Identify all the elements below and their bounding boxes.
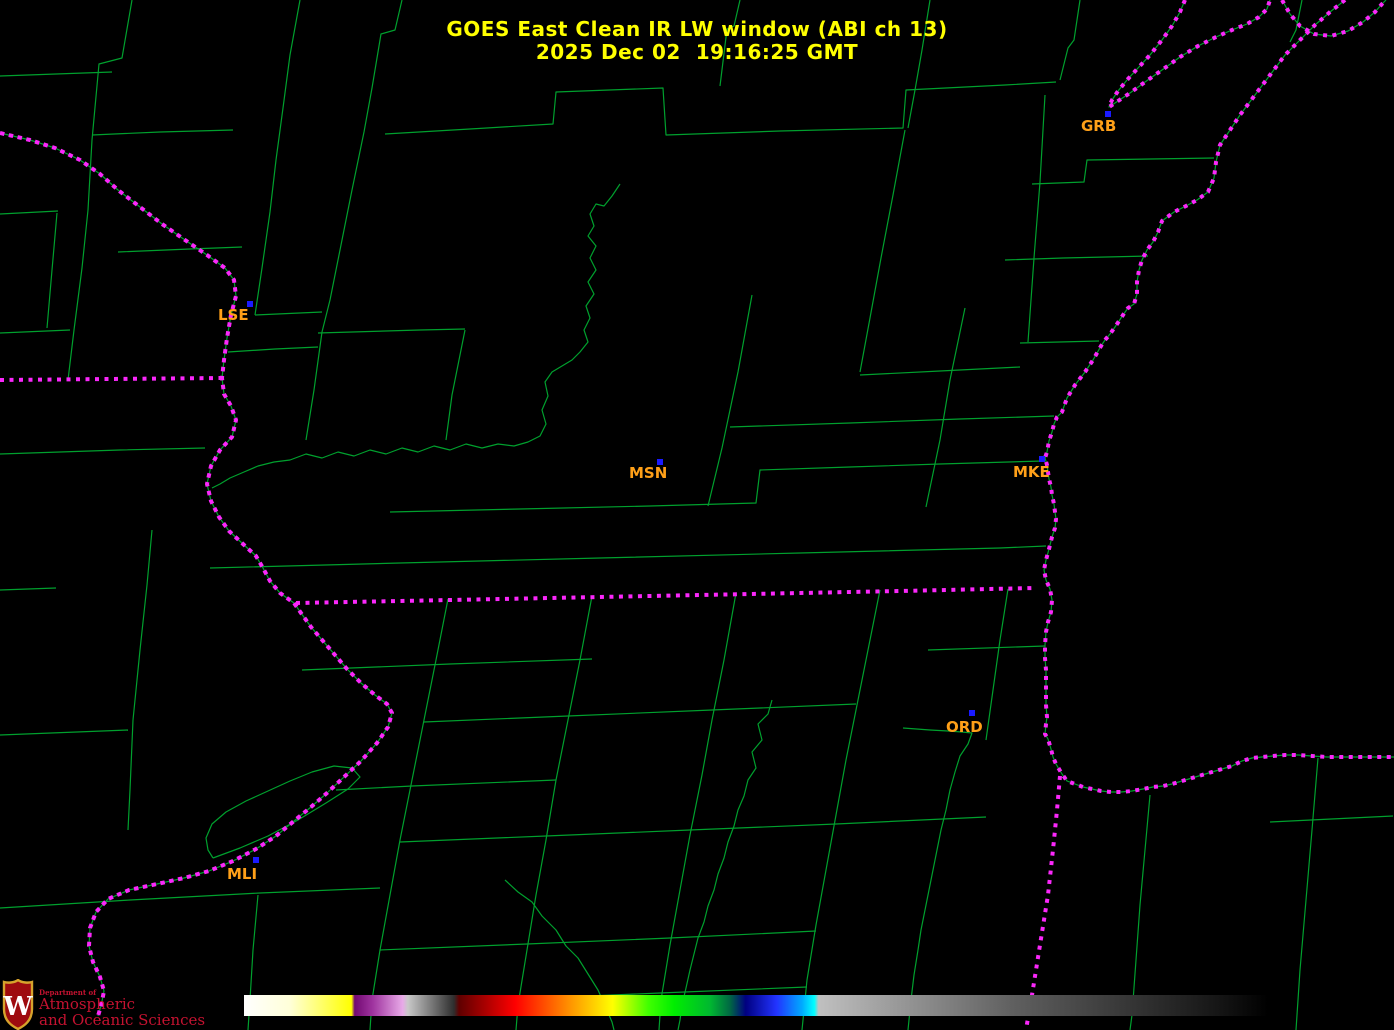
station-dot xyxy=(253,857,259,863)
station-dot xyxy=(1039,456,1045,462)
logo-text: Department of Atmospheric and Oceanic Sc… xyxy=(39,979,205,1028)
map-canvas xyxy=(0,0,1394,1030)
state-border-dotted-lines xyxy=(0,0,1394,1030)
image-title: GOES East Clean IR LW window (ABI ch 13)… xyxy=(0,18,1394,64)
uw-aos-logo: W Department of Atmospheric and Oceanic … xyxy=(2,979,205,1030)
satellite-map-viewport: GOES East Clean IR LW window (ABI ch 13)… xyxy=(0,0,1394,1030)
station-label: LSE xyxy=(218,306,249,324)
title-line-1: GOES East Clean IR LW window (ABI ch 13) xyxy=(446,17,948,41)
station-label: ORD xyxy=(946,718,983,736)
crest-monogram: W xyxy=(2,992,33,1022)
station-label: MKE xyxy=(1013,463,1050,481)
title-line-2-timestamp: 2025 Dec 02 19:16:25 GMT xyxy=(535,40,859,64)
river-lines xyxy=(205,183,973,1030)
logo-line-oceanic: and Oceanic Sciences xyxy=(39,1011,206,1029)
station-label: MSN xyxy=(629,464,668,482)
ir-temperature-colorbar xyxy=(244,995,1268,1016)
station-label: MLI xyxy=(227,865,258,883)
station-label: GRB xyxy=(1081,117,1117,135)
uw-crest-icon: W xyxy=(2,979,33,1030)
shoreline-green-lines xyxy=(0,0,1394,1017)
station-dot xyxy=(969,710,975,716)
logo-line-atmospheric: Atmospheric xyxy=(39,995,136,1013)
county-boundary-lines xyxy=(0,0,1394,1030)
